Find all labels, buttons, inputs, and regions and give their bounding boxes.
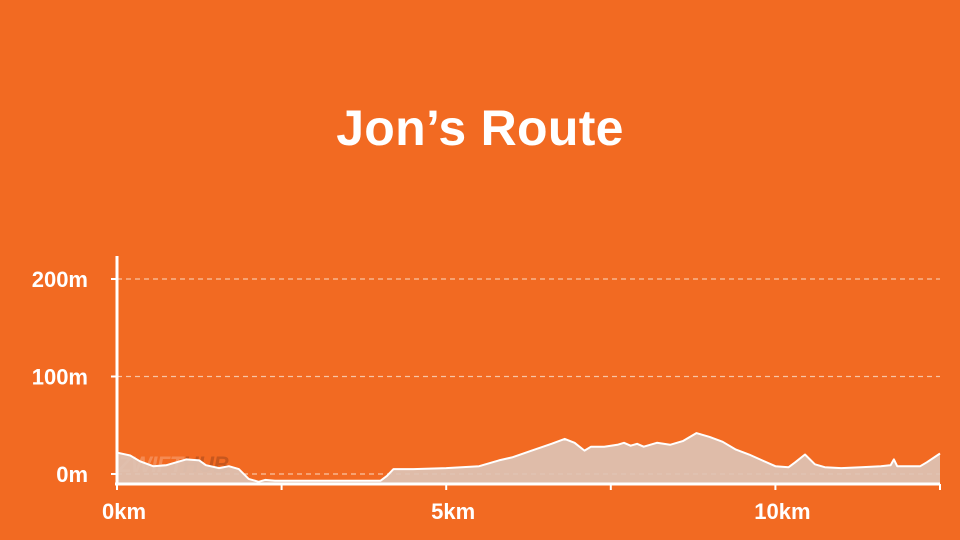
x-tick-label-10: 10km: [754, 499, 810, 524]
y-tick-label-200: 200m: [32, 267, 88, 292]
y-tick-label-100: 100m: [32, 365, 88, 390]
y-tick-label-0: 0m: [56, 462, 88, 487]
x-tick-label-0: 0km: [102, 499, 146, 524]
elevation-area: [117, 433, 940, 484]
elevation-chart: 0km 5km 10km 0m 100m 200m: [32, 256, 941, 524]
x-tick-label-5: 5km: [431, 499, 475, 524]
